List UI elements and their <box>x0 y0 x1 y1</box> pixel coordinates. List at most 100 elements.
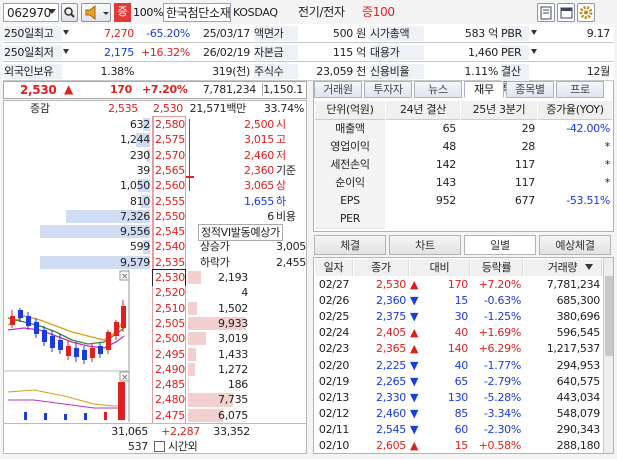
up-arrow-icon: ▲ <box>410 326 419 340</box>
info-value: 2,175 <box>104 46 134 59</box>
ask-quantity[interactable]: 632 <box>80 117 150 132</box>
memo-icon <box>540 6 552 20</box>
tab-expected[interactable]: 예상체결 <box>539 235 611 255</box>
fin-row-label: 세전손익 <box>315 156 385 175</box>
ask-price[interactable]: 2,580 <box>153 117 185 133</box>
bid-quantity[interactable]: 2,193 <box>188 270 248 285</box>
bid-price[interactable]: 2,490 <box>153 361 185 378</box>
ask-price[interactable]: 2,575 <box>153 132 185 148</box>
vi-up-label: 상승가 <box>200 240 230 254</box>
price-summary-label: 시 <box>276 118 286 131</box>
ask-quantity[interactable]: 9,579 <box>80 255 150 270</box>
ask-quantity[interactable]: 599 <box>80 239 150 254</box>
fin-yoy: * <box>604 158 611 171</box>
ask-price[interactable]: 2,555 <box>153 193 185 209</box>
settings-button[interactable] <box>577 3 595 22</box>
daily-volume: 380,696 <box>556 310 601 324</box>
ask-quantity[interactable]: 1,050 <box>80 178 150 193</box>
tab-finance[interactable]: 재무 <box>464 81 504 98</box>
bid-quantity[interactable]: 1,502 <box>188 301 248 316</box>
bid-quantity[interactable]: 3,019 <box>188 331 248 346</box>
bid-price[interactable]: 2,520 <box>153 285 185 301</box>
fin-value: 952 <box>435 194 456 207</box>
price-summary-label: 하 <box>276 194 286 208</box>
bid-quantity[interactable]: 186 <box>188 377 248 392</box>
ask-quantity[interactable]: 810 <box>80 194 150 209</box>
bid-quantity[interactable]: 9,933 <box>188 316 248 331</box>
tab-daily[interactable]: 일별 <box>464 235 536 255</box>
ask-price[interactable]: 2,570 <box>153 147 185 163</box>
vi-down-label: 하락가 <box>200 255 230 269</box>
tab-chart[interactable]: 차트 <box>389 235 461 255</box>
svg-text:×: × <box>121 373 128 383</box>
bid-quantity[interactable]: 7,735 <box>188 392 248 407</box>
window-button[interactable] <box>557 3 575 22</box>
bid-price[interactable]: 2,485 <box>153 377 185 393</box>
fin-yoy: -53.51% <box>566 194 610 207</box>
ask-quantity[interactable]: 7,326 <box>80 209 150 224</box>
ask-quantity[interactable]: 230 <box>80 148 150 163</box>
daily-volume: 685,300 <box>556 294 601 308</box>
info-dropdown-icon[interactable] <box>531 30 537 35</box>
tab-execution[interactable]: 체결 <box>314 235 386 255</box>
ask-price[interactable]: 2,550 <box>153 208 185 225</box>
bid-price[interactable]: 2,510 <box>153 300 185 316</box>
tab-trader[interactable]: 거래원 <box>314 81 362 98</box>
tab-news[interactable]: 뉴스 <box>414 81 462 98</box>
daily-rate: -1.77% <box>483 358 521 372</box>
bid-price[interactable]: 2,530 <box>152 268 186 287</box>
bid-price[interactable]: 2,480 <box>153 392 185 408</box>
bid-price[interactable]: 2,500 <box>153 331 185 347</box>
daily-scrollbar[interactable] <box>603 258 613 453</box>
tab-sector[interactable]: 종목별 <box>506 81 554 98</box>
ask-quantity[interactable]: 39 <box>80 163 151 178</box>
daily-change: 15 <box>454 439 469 452</box>
ask-quantity[interactable]: 1,244 <box>80 132 150 147</box>
vi-down-value: 2,455 <box>276 255 306 269</box>
memo-button[interactable] <box>537 3 555 22</box>
search-button[interactable] <box>61 3 78 22</box>
fin-value: 48 <box>442 140 457 153</box>
fin-value: 117 <box>514 158 535 171</box>
code-dropdown-icon[interactable] <box>48 9 56 14</box>
daily-change: 170 <box>447 278 468 291</box>
sound-alert-button[interactable] <box>81 3 111 22</box>
bid-quantity[interactable]: 1,272 <box>188 362 248 377</box>
stock-name: 한국첨단소재 <box>163 3 231 22</box>
bid-price[interactable]: 2,475 <box>153 407 185 423</box>
fin-row-label: EPS <box>315 192 385 211</box>
daily-volume: 443,034 <box>556 390 601 404</box>
after-hours-label[interactable]: 시간외 <box>168 439 198 454</box>
ask-price[interactable]: 2,565 <box>153 162 185 179</box>
bid-quantity[interactable]: 1,433 <box>188 347 248 362</box>
info-dropdown-icon[interactable] <box>531 49 537 54</box>
after-hours-checkbox[interactable] <box>154 441 165 452</box>
daily-volume: 290,343 <box>556 422 601 436</box>
daily-close: 2,605 <box>376 439 406 452</box>
ask-price[interactable]: 2,535 <box>153 254 185 270</box>
daily-volume: 7,781,234 <box>546 278 601 291</box>
price-summary-label: 상 <box>276 179 286 193</box>
tab-program[interactable]: 프로 <box>556 81 604 98</box>
daily-date: 02/11 <box>318 422 350 436</box>
info-dropdown-icon[interactable] <box>63 49 69 54</box>
fin-yoy: * <box>604 176 611 189</box>
tab-investor[interactable]: 투자자 <box>364 81 412 98</box>
volume-sort-icon[interactable] <box>585 264 593 270</box>
ask-quantity[interactable]: 9,556 <box>80 224 150 239</box>
ask-price[interactable]: 2,560 <box>153 178 185 194</box>
ask-price[interactable]: 2,540 <box>153 239 185 255</box>
info-label: PBR <box>501 26 529 41</box>
bid-price[interactable]: 2,505 <box>153 315 185 332</box>
info-value: 1.38% <box>100 65 135 78</box>
ask-price[interactable]: 2,545 <box>153 224 185 240</box>
info-dropdown-icon[interactable] <box>63 30 69 35</box>
bid-price[interactable]: 2,495 <box>153 346 185 362</box>
daily-volume: 294,953 <box>556 358 601 372</box>
bid-quantity[interactable]: 4 <box>188 285 248 300</box>
bid-quantity[interactable]: 6,075 <box>188 408 248 423</box>
daily-header: 등락률 <box>471 259 523 276</box>
scrollbar-thumb[interactable] <box>605 276 613 356</box>
daily-rate: -5.28% <box>483 390 521 404</box>
orderbook-current-price: 2,530 <box>153 102 183 115</box>
